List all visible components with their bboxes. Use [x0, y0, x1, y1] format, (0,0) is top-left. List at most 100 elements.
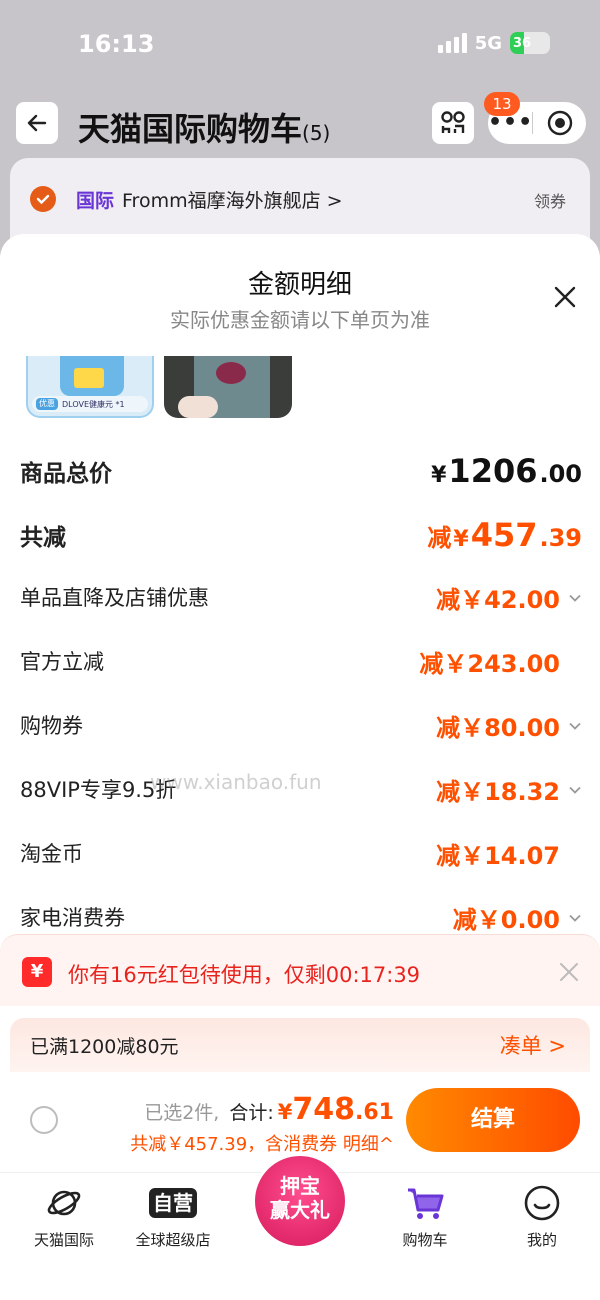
tab-tmall-global[interactable]: 天猫国际: [4, 1183, 124, 1253]
close-icon[interactable]: [552, 284, 578, 310]
discount-amount-text: 减￥243.00: [419, 650, 560, 678]
tab-mine[interactable]: 我的: [482, 1183, 600, 1253]
amount-detail-sheet: 金额明细 实际优惠金额请以下单页为准 优惠 DLOVE健康元 *1 商品总价 ¥…: [0, 234, 600, 1300]
discount-label: 官方立减: [20, 650, 104, 674]
promo-text: 已满1200减80元: [30, 1036, 179, 1058]
page-title-text: 天猫国际购物车: [78, 110, 303, 148]
get-coupon-link[interactable]: 领券: [534, 188, 566, 212]
back-button[interactable]: [16, 102, 58, 144]
total-decimal: .61: [355, 1100, 394, 1125]
store-checkbox[interactable]: [30, 186, 56, 212]
check-icon: [36, 194, 50, 205]
tab-label: 天猫国际: [33, 1231, 94, 1249]
saving-detail-link[interactable]: 共减￥457.39，含消费券 明细^: [130, 1130, 394, 1156]
total-discount-integer: 457: [470, 516, 538, 554]
discount-label: 淘金币: [20, 842, 83, 866]
total-discount-row: 共减 减 ¥ 457 .39: [20, 512, 582, 554]
discount-amount-text: 减￥42.00: [436, 586, 560, 614]
thumbnail-caption-text: DLOVE健康元 *1: [62, 399, 125, 409]
arrow-left-icon: [27, 114, 47, 132]
sheet-subtitle: 实际优惠金额请以下单页为准: [170, 308, 430, 332]
discount-amount: 减￥14.07: [436, 836, 582, 871]
product-thumbnail[interactable]: 优惠 DLOVE健康元 *1: [26, 356, 154, 418]
total-price-label: 商品总价: [20, 461, 112, 487]
red-packet-text: 你有16元红包待使用，仅剩00:17:39: [68, 963, 421, 987]
total-price-value: ¥ 1206 .00: [431, 452, 582, 490]
status-bar: 16:13 5G 36: [0, 0, 600, 90]
promo-event-badge[interactable]: 押宝 赢大礼: [252, 1153, 348, 1249]
tab-bar: 天猫国际 自营 全球超级店 押宝 赢大礼 购物车 我的: [0, 1153, 600, 1300]
discount-label: 家电消费券: [20, 906, 125, 930]
discount-amount: 减￥0.00: [453, 900, 582, 935]
target-icon: [547, 110, 572, 136]
thumbnail-tag: 优惠: [36, 398, 58, 410]
discount-amount: 减￥243.00: [419, 644, 582, 679]
chevron-down-icon: [569, 914, 581, 922]
chevron-down-icon: [569, 722, 581, 730]
discount-row[interactable]: 单品直降及店铺优惠 减￥42.00: [20, 576, 582, 616]
discount-amount-text: 减￥14.07: [436, 842, 560, 870]
total-discount-prefix: 减: [427, 524, 452, 552]
promo-bar: 已满1200减80元 凑单 >: [10, 1018, 590, 1072]
discount-label: 购物券: [20, 714, 83, 738]
watermark: www.xianbao.fun: [150, 770, 322, 794]
battery-level: 36: [513, 35, 532, 51]
discount-amount-text: 减￥0.00: [452, 906, 560, 934]
discount-row[interactable]: 家电消费券 减￥0.00: [20, 896, 582, 936]
total-price-row: 商品总价 ¥ 1206 .00: [20, 448, 582, 490]
chevron-down-icon: [569, 594, 581, 602]
promo-badge-line2: 赢大礼: [270, 1198, 330, 1222]
discount-amount: 减￥80.00: [436, 708, 582, 743]
total-integer: 748: [292, 1092, 356, 1127]
self-operated-icon: 自营: [147, 1183, 199, 1223]
sheet-title: 金额明细: [247, 270, 352, 300]
discount-amount: 减￥42.00: [436, 580, 582, 615]
total-discount-label: 共减: [20, 525, 66, 551]
total-price-decimal: .00: [539, 460, 582, 488]
total-price-integer: 1206: [448, 452, 538, 490]
page-title: 天猫国际购物车(5): [78, 104, 330, 150]
battery-icon: 36: [510, 32, 550, 54]
checkout-button[interactable]: 结算: [406, 1088, 580, 1152]
total-discount-currency: ¥: [453, 527, 469, 552]
total-price-currency: ¥: [431, 463, 447, 488]
intl-tag: 国际: [76, 190, 115, 212]
close-mini-program-button[interactable]: [533, 109, 586, 137]
discount-amount-text: 减￥80.00: [436, 714, 560, 742]
thumbnail-caption: 优惠 DLOVE健康元 *1: [32, 396, 148, 412]
tab-label: 全球超级店: [135, 1231, 211, 1249]
red-packet-icon: ¥: [22, 957, 52, 987]
self-operated-badge-text: 自营: [149, 1188, 197, 1218]
smile-icon: [522, 1183, 562, 1223]
discount-row[interactable]: 购物券 减￥80.00: [20, 704, 582, 744]
signal-icon: [437, 33, 467, 53]
store-name-link[interactable]: Fromm福摩海外旗舰店 >: [122, 186, 343, 213]
total-currency: ¥: [277, 1100, 293, 1124]
promo-badge-line1: 押宝: [280, 1174, 320, 1198]
discount-amount-text: 减￥18.32: [436, 778, 560, 806]
selected-count: 已选2件,: [144, 1102, 220, 1124]
status-time: 16:13: [78, 30, 155, 58]
discount-amount: 减￥18.32: [436, 772, 582, 807]
status-indicators: 5G 36: [437, 32, 550, 54]
planet-icon: [44, 1183, 84, 1223]
tab-global-super-store[interactable]: 自营 全球超级店: [113, 1183, 233, 1253]
background-page: 16:13 5G 36 天猫国际购物车(5) ••• 13 国际 Fromm福摩…: [0, 0, 600, 268]
total-label: 合计:: [229, 1102, 274, 1124]
cart-icon: [405, 1183, 445, 1223]
scan-icon: [441, 111, 465, 133]
tab-label: 我的: [526, 1231, 557, 1249]
scan-button[interactable]: [432, 102, 474, 144]
network-label: 5G: [474, 32, 502, 54]
close-icon[interactable]: [558, 961, 580, 983]
total-discount-decimal: .39: [539, 524, 582, 552]
add-items-link[interactable]: 凑单 >: [500, 1030, 566, 1060]
total-line: 已选2件, 合计: ¥ 748 .61: [144, 1092, 394, 1127]
red-packet-banner[interactable]: ¥ 你有16元红包待使用，仅剩00:17:39: [0, 934, 600, 1006]
cart-count: (5): [302, 121, 331, 145]
select-all-checkbox[interactable]: [30, 1106, 58, 1134]
product-thumbnail[interactable]: [164, 356, 292, 418]
discount-row: 官方立减 减￥243.00: [20, 640, 582, 680]
tab-cart[interactable]: 购物车: [365, 1183, 485, 1253]
chevron-down-icon: [569, 786, 581, 794]
